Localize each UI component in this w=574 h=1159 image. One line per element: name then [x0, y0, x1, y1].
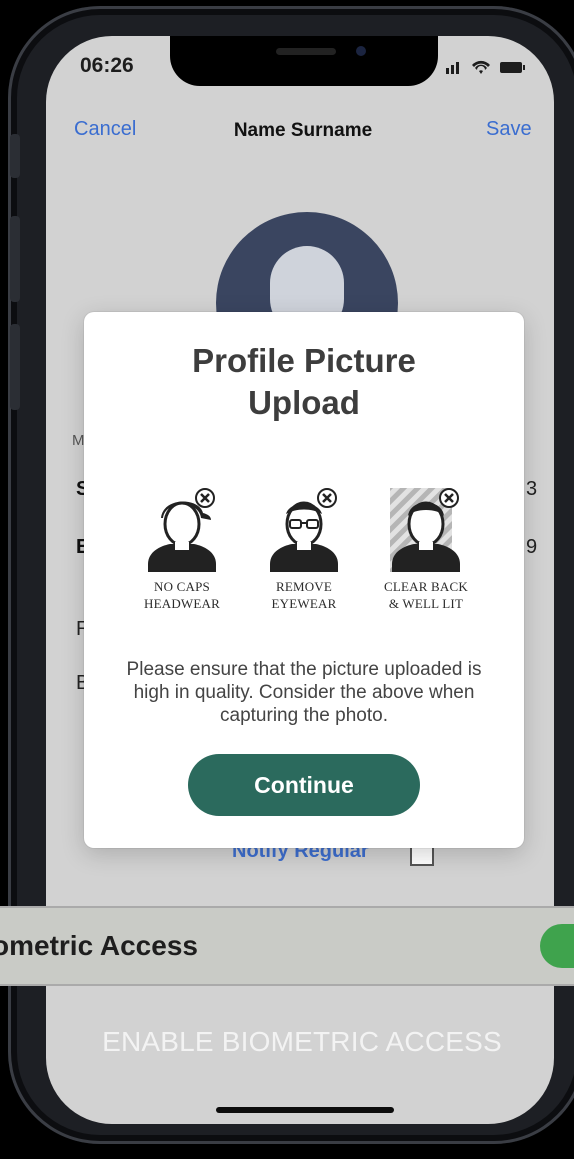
- background-value-fragment: 9: [526, 536, 538, 558]
- biometric-access-label: ometric Access: [0, 930, 198, 961]
- volume-up-button: [10, 216, 20, 302]
- page-title: Name Surname: [233, 120, 373, 141]
- save-button[interactable]: Save: [486, 118, 532, 141]
- status-time: 06:26: [80, 54, 134, 77]
- signal-wifi-battery-icon: [446, 60, 525, 74]
- no-eyewear-icon: [270, 488, 338, 572]
- home-indicator[interactable]: [216, 1107, 394, 1113]
- guide-label: CLEAR BACK & WELL LIT: [366, 578, 486, 612]
- caption: ENABLE BIOMETRIC ACCESS: [102, 1026, 502, 1057]
- guide-label-line-2: HEADWEAR: [144, 596, 220, 611]
- volume-down-button: [10, 324, 20, 410]
- guide-no-caps: NO CAPS HEADWEAR: [122, 488, 242, 612]
- dialog-title-line-1: Profile Picture: [192, 342, 416, 379]
- guide-label-line-2: & WELL LIT: [388, 596, 464, 611]
- front-camera: [356, 46, 366, 56]
- guide-label-line-1: NO CAPS: [154, 579, 210, 594]
- continue-button[interactable]: Continue: [188, 754, 420, 816]
- biometric-access-row[interactable]: ometric Access: [0, 906, 574, 986]
- clear-background-icon: [390, 488, 460, 572]
- guide-label: NO CAPS HEADWEAR: [122, 578, 242, 612]
- speaker: [276, 48, 336, 55]
- guide-remove-eyewear: REMOVE EYEWEAR: [244, 488, 364, 612]
- no-caps-icon: [148, 488, 216, 572]
- profile-picture-upload-dialog: Profile Picture Upload NO CAPS HEADWEAR: [84, 312, 524, 848]
- dialog-title-line-2: Upload: [248, 384, 360, 421]
- background-label-fragment: M: [72, 432, 85, 449]
- dialog-message: Please ensure that the picture uploaded …: [126, 659, 482, 726]
- notch: [170, 36, 438, 86]
- guide-label-line-2: EYEWEAR: [271, 596, 337, 611]
- guide-clear-background: CLEAR BACK & WELL LIT: [366, 488, 486, 612]
- cancel-button[interactable]: Cancel: [74, 118, 136, 141]
- dialog-title: Profile Picture Upload: [84, 340, 524, 424]
- biometric-access-toggle[interactable]: [540, 924, 574, 968]
- status-icons: [446, 56, 534, 81]
- silent-switch: [10, 134, 20, 178]
- guide-label-line-1: CLEAR BACK: [384, 579, 468, 594]
- guide-label-line-1: REMOVE: [275, 579, 333, 594]
- guide-label: REMOVE EYEWEAR: [244, 578, 364, 612]
- background-value-fragment: 3: [526, 478, 538, 500]
